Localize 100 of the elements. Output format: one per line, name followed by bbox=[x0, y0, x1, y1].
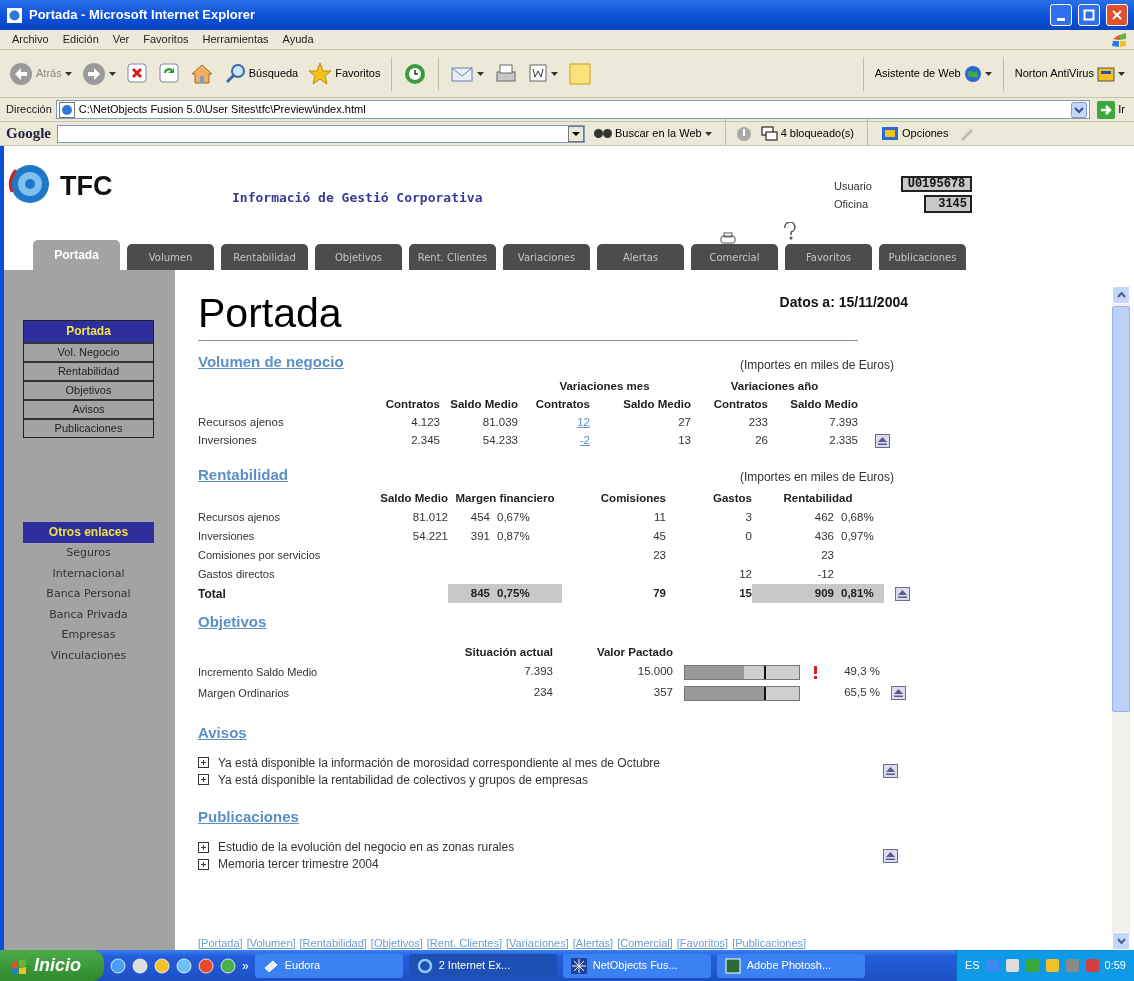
table-cell: 26 bbox=[691, 431, 768, 450]
taskbar-button[interactable]: Adobe Photosh... bbox=[716, 953, 865, 978]
caret-icon[interactable] bbox=[64, 71, 72, 76]
back-to-top-icon[interactable] bbox=[894, 586, 910, 601]
table-link[interactable]: 12 bbox=[577, 415, 590, 428]
start-button[interactable]: Inicio bbox=[0, 950, 104, 981]
caret-icon[interactable] bbox=[551, 71, 559, 76]
scrollbar[interactable] bbox=[1112, 286, 1130, 950]
sidebar-link[interactable]: Banca Personal bbox=[23, 584, 154, 605]
back-to-top-icon[interactable] bbox=[874, 433, 890, 448]
sidebar-link[interactable]: Banca Privada bbox=[23, 604, 154, 625]
tab[interactable]: Alertas bbox=[597, 244, 684, 270]
taskbar-button[interactable]: Eudora bbox=[254, 953, 403, 978]
caret-icon[interactable] bbox=[108, 71, 116, 76]
table-link[interactable]: -2 bbox=[579, 433, 590, 446]
tab[interactable]: Publicaciones bbox=[879, 244, 966, 270]
section-heading[interactable]: Avisos bbox=[198, 721, 247, 744]
tab[interactable]: Variaciones bbox=[503, 244, 590, 270]
info-icon[interactable] bbox=[735, 125, 752, 142]
printer-icon[interactable] bbox=[720, 232, 736, 244]
tab[interactable]: Favoritos bbox=[785, 244, 872, 270]
footer-link[interactable]: [Variaciones] bbox=[506, 934, 569, 951]
caret-icon[interactable] bbox=[704, 131, 712, 136]
address-field[interactable]: C:\NetObjects Fusion 5.0\User Sites\tfc\Preview\index.html bbox=[55, 100, 1091, 119]
taskbar-button[interactable]: 2 Internet Ex... bbox=[408, 953, 557, 978]
list-link[interactable]: Memoria tercer trimestre 2004 bbox=[218, 855, 379, 873]
refresh-icon bbox=[157, 61, 180, 86]
toolbar-button[interactable]: Búsqueda bbox=[220, 59, 302, 88]
taskbar-button[interactable]: NetObjects Fus... bbox=[562, 953, 711, 978]
nav-item[interactable]: Vol. Negocio bbox=[24, 342, 153, 361]
section-heading[interactable]: Publicaciones bbox=[198, 806, 299, 829]
footer-link[interactable]: [Rent. Clientes] bbox=[426, 934, 502, 951]
logo-text: TFC bbox=[60, 170, 113, 203]
section-heading[interactable]: Volumen de negocio bbox=[198, 351, 344, 374]
scroll-down-icon[interactable] bbox=[1115, 936, 1127, 946]
links-heading: Otros enlaces bbox=[23, 522, 154, 543]
toolbar-button[interactable]: Favoritos bbox=[305, 59, 384, 88]
caret-icon[interactable] bbox=[984, 71, 992, 76]
expand-icon[interactable] bbox=[198, 858, 209, 870]
toolbar-button[interactable]: Norton AntiVirus bbox=[1011, 62, 1128, 85]
tray-icon[interactable] bbox=[1004, 958, 1020, 973]
popup-blocker-button[interactable]: 4 bloqueado(s) bbox=[757, 123, 857, 144]
back-to-top-icon[interactable] bbox=[890, 686, 906, 701]
expand-icon[interactable] bbox=[198, 841, 209, 853]
search-field[interactable] bbox=[57, 124, 585, 143]
table-cell: 15 bbox=[666, 584, 752, 603]
dropdown-icon[interactable] bbox=[568, 125, 584, 142]
footer-link[interactable]: [Rentabilidad] bbox=[299, 934, 367, 951]
google-logo[interactable]: Google bbox=[6, 122, 51, 145]
footer-link[interactable]: [Portada] bbox=[198, 934, 243, 951]
dropdown-icon[interactable] bbox=[1071, 101, 1088, 118]
options-button[interactable]: Opciones bbox=[878, 122, 952, 145]
sidebar-link[interactable]: Seguros bbox=[23, 543, 154, 564]
sidebar-link[interactable]: Empresas bbox=[23, 625, 154, 646]
menu-item[interactable]: Ver bbox=[106, 31, 136, 48]
footer-link[interactable]: [Volumen] bbox=[246, 934, 296, 951]
expand-icon[interactable] bbox=[198, 774, 209, 785]
expand-icon[interactable] bbox=[198, 757, 209, 768]
caret-icon[interactable] bbox=[477, 71, 485, 76]
table-cell-text: 2.345 bbox=[410, 432, 440, 448]
footer-link[interactable]: [Comercial] bbox=[617, 934, 673, 951]
tab[interactable]: Volumen bbox=[127, 244, 214, 270]
tab[interactable]: Rentabilidad bbox=[221, 244, 308, 270]
footer-link[interactable]: [Objetivos] bbox=[370, 934, 423, 951]
footer-link[interactable]: [Alertas] bbox=[572, 934, 614, 951]
app-icon[interactable] bbox=[198, 957, 214, 974]
footer-link[interactable]: [Publicaciones] bbox=[732, 934, 807, 951]
tab[interactable]: Comercial bbox=[691, 244, 778, 270]
more-button[interactable]: » bbox=[242, 956, 249, 975]
tab[interactable]: Rent. Clientes bbox=[409, 244, 496, 270]
sidebar-link[interactable]: Vinculaciones bbox=[23, 645, 154, 666]
footer-link[interactable]: [Favoritos] bbox=[676, 934, 729, 951]
list-link[interactable]: Ya está disponible la información de morosidad correspondiente al mes de Octubre bbox=[218, 753, 661, 772]
toolbar-button[interactable]: Atrás bbox=[6, 59, 75, 88]
menu-item[interactable]: Edición bbox=[56, 31, 105, 48]
scroll-up-icon[interactable] bbox=[1115, 290, 1127, 300]
minimize-button[interactable] bbox=[1050, 4, 1072, 26]
caret-icon[interactable] bbox=[1118, 71, 1125, 76]
tab[interactable]: Objetivos bbox=[315, 244, 402, 270]
menu-item[interactable]: Herramientas bbox=[196, 31, 275, 48]
maximize-button[interactable] bbox=[1078, 4, 1100, 26]
search-web-button[interactable]: Buscar en la Web bbox=[591, 123, 715, 144]
section-heading[interactable]: Objetivos bbox=[198, 611, 267, 634]
close-button[interactable] bbox=[1106, 4, 1128, 26]
nav-item[interactable]: Objetivos bbox=[24, 380, 153, 399]
back-to-top-icon[interactable] bbox=[883, 764, 898, 778]
toolbar-button[interactable]: Asistente de Web bbox=[871, 62, 995, 85]
section-heading[interactable]: Rentabilidad bbox=[198, 463, 288, 486]
help-icon[interactable] bbox=[782, 222, 798, 240]
sidebar-link[interactable]: Internacional bbox=[23, 563, 154, 584]
list-link[interactable]: Ya está disponible la rentabilidad de colectivos y grupos de empresas bbox=[218, 770, 588, 789]
menu-item[interactable]: Favoritos bbox=[137, 31, 195, 48]
go-button[interactable]: Ir bbox=[1094, 98, 1128, 121]
list-link[interactable]: Estudio de la evolución del negocio en as zonas rurales bbox=[218, 838, 515, 856]
menu-item[interactable]: Archivo bbox=[6, 31, 55, 48]
back-to-top-icon[interactable] bbox=[883, 848, 898, 863]
menu-item[interactable]: Ayuda bbox=[276, 31, 320, 48]
units-note: (Importes en miles de Euros) bbox=[739, 469, 894, 486]
language-indicator[interactable]: ES bbox=[964, 957, 980, 974]
table-cell: 79 bbox=[562, 584, 666, 603]
